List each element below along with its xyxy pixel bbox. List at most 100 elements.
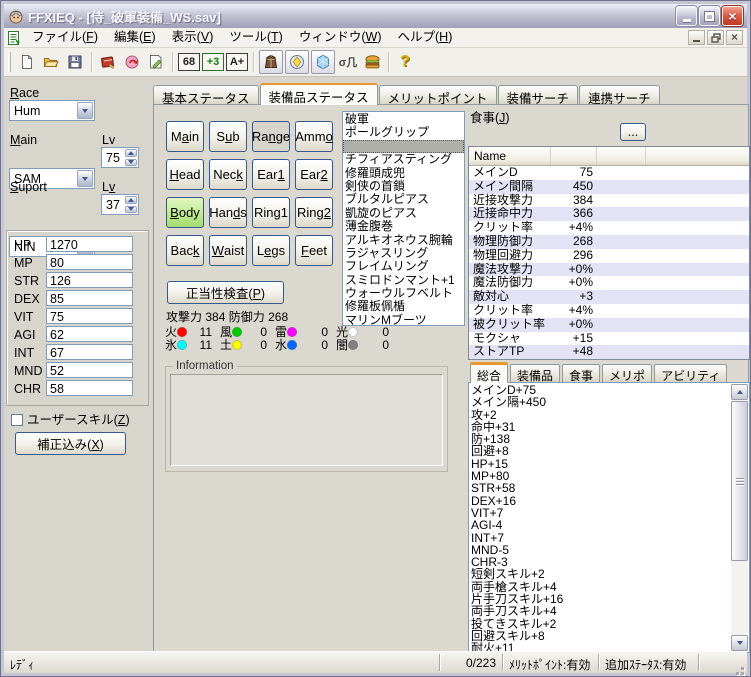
edit-page-button[interactable] (144, 50, 168, 74)
race-select[interactable]: Hum (9, 100, 95, 121)
menu-item[interactable]: 編集(E) (106, 28, 164, 47)
equipped-item[interactable]: チフィアスティング (343, 152, 464, 166)
table-row[interactable]: モクシャ +15 (469, 331, 749, 346)
detail-list-item[interactable]: AGI-4 (469, 519, 731, 532)
table-row[interactable]: 物理防御力 268 (469, 234, 749, 249)
slot-button[interactable]: Sub (209, 121, 247, 152)
stat-value-field[interactable]: 75 (46, 308, 133, 324)
equipped-item[interactable]: ラジャスリング (343, 246, 464, 260)
slot-button[interactable]: Amm o (295, 121, 333, 152)
equipped-item[interactable]: アルキオネウス腕輪 (343, 233, 464, 247)
equipped-item[interactable]: ポールグリップ (343, 125, 464, 139)
scroll-down-button[interactable] (731, 635, 748, 651)
slot-button[interactable]: Ra n ge (252, 121, 290, 152)
mdi-restore-button[interactable] (707, 30, 724, 45)
spin-down-button[interactable] (125, 158, 137, 166)
menu-item[interactable]: ツール(T) (221, 28, 290, 47)
table-row[interactable]: 魔法防御力 +0% (469, 276, 749, 290)
table-header-name[interactable]: Name (469, 147, 551, 165)
otl-button[interactable]: σ几 (336, 50, 360, 74)
dropdown-arrow-icon[interactable] (77, 102, 93, 119)
food-browse-button[interactable]: ... (620, 123, 646, 141)
detail-tab[interactable]: 装備品 (510, 364, 561, 383)
slot-button[interactable]: Ma in (166, 121, 204, 152)
detail-list-item[interactable]: 短剣スキル+2 (469, 568, 731, 581)
correction-button[interactable]: 補正込み(X) (15, 432, 126, 455)
help-button[interactable]: ? (393, 50, 417, 74)
scroll-up-button[interactable] (731, 384, 748, 400)
table-row[interactable]: 敵対心 +3 (469, 289, 749, 304)
table-row[interactable]: ストアTP +48 (469, 345, 749, 359)
table-row[interactable]: クリット率 +4% (469, 220, 749, 235)
equipped-item[interactable]: マリンMブーツ (343, 313, 464, 325)
mdi-minimize-button[interactable] (688, 30, 705, 45)
slot-button[interactable]: Ear 1 (252, 159, 290, 190)
save-button[interactable] (63, 50, 87, 74)
slot-button[interactable]: Rin g 1 (252, 197, 290, 228)
dropdown-arrow-icon[interactable] (77, 170, 93, 187)
detail-list-item[interactable]: MND-5 (469, 544, 731, 557)
stat-value-field[interactable]: 58 (46, 380, 133, 396)
equipped-item[interactable]: スミロドンマント+1 (343, 273, 464, 287)
detail-tab[interactable]: 食事 (562, 364, 601, 383)
slot-button[interactable]: Body (166, 197, 204, 228)
menu-item[interactable]: ファイル(F) (24, 28, 106, 47)
table-row[interactable]: 被クリット率 +0% (469, 317, 749, 332)
equipped-item[interactable]: 破軍 (343, 112, 464, 126)
main-tab[interactable]: 装備品ステータス (259, 83, 378, 105)
stat-value-field[interactable]: 67 (46, 344, 133, 360)
equipped-item[interactable]: フレイムリング (343, 259, 464, 273)
detail-list-item[interactable]: DEX+16 (469, 494, 731, 507)
scrollbar-thumb[interactable] (731, 401, 748, 561)
armor-button[interactable] (259, 50, 283, 74)
slot-button[interactable]: Ear 2 (295, 159, 333, 190)
menu-item[interactable]: 表示(V) (164, 28, 222, 47)
detail-tab[interactable]: 総合 (470, 362, 509, 383)
shield-gem-button[interactable] (285, 50, 309, 74)
detail-tab[interactable]: メリポ (602, 364, 653, 383)
document-icon[interactable] (6, 30, 22, 46)
food-button[interactable] (360, 50, 384, 74)
a-plus-button[interactable]: A+ (226, 53, 248, 71)
table-row[interactable]: クリット率 +4% (469, 303, 749, 318)
slot-button[interactable]: Feet (295, 235, 333, 266)
slot-button[interactable]: Le gs (252, 235, 290, 266)
toolbar-grip[interactable] (8, 52, 11, 72)
equipped-item[interactable]: 修羅頭成兜 (343, 166, 464, 180)
table-row[interactable]: メイン間隔 450 (469, 179, 749, 194)
detail-list-item[interactable]: 回避+8 (469, 445, 731, 458)
table-row[interactable]: メインD 75 (469, 165, 749, 180)
detail-list-item[interactable]: STR+58 (469, 482, 731, 495)
main-tab[interactable]: 装備サーチ (497, 85, 579, 106)
slot-button[interactable]: Waist (209, 235, 247, 266)
spin-up-button[interactable] (125, 149, 137, 157)
main-tab[interactable]: メリットポイント (378, 85, 497, 106)
detail-list-item[interactable]: 両手刀スキル+4 (469, 605, 731, 618)
minimize-button[interactable] (676, 6, 697, 26)
stat-value-field[interactable]: 80 (46, 254, 133, 270)
stat-value-field[interactable]: 62 (46, 326, 133, 342)
equipped-item[interactable] (343, 139, 464, 154)
table-header-col3[interactable] (597, 147, 646, 165)
stat-value-field[interactable]: 52 (46, 362, 133, 378)
equipped-item[interactable]: 薄金腹巻 (343, 219, 464, 233)
main-lv-stepper[interactable]: 75 (101, 147, 139, 168)
menu-item[interactable]: ヘルプ(H) (390, 28, 461, 47)
stat-value-field[interactable]: 85 (46, 290, 133, 306)
level-68-button[interactable]: 68 (178, 53, 200, 71)
detail-list-item[interactable]: メイン隔+450 (469, 396, 731, 409)
equipped-item[interactable]: 修羅板佩楯 (343, 300, 464, 314)
mdi-close-button[interactable]: × (726, 30, 743, 45)
maximize-button[interactable] (699, 6, 720, 26)
pink-orb-button[interactable] (120, 50, 144, 74)
slot-button[interactable]: Ring 2 (295, 197, 333, 228)
detail-list-item[interactable]: INT+7 (469, 531, 731, 544)
detail-list-item[interactable]: VIT+7 (469, 507, 731, 520)
slot-button[interactable]: Nec k (209, 159, 247, 190)
red-book-button[interactable] (96, 50, 120, 74)
validate-button[interactable]: 正当性検査(P) (167, 281, 284, 304)
slot-button[interactable]: Han d s (209, 197, 247, 228)
support-lv-stepper[interactable]: 37 (101, 194, 139, 215)
main-tab[interactable]: 基本ステータス (153, 85, 259, 106)
crystal-button[interactable] (311, 50, 335, 74)
